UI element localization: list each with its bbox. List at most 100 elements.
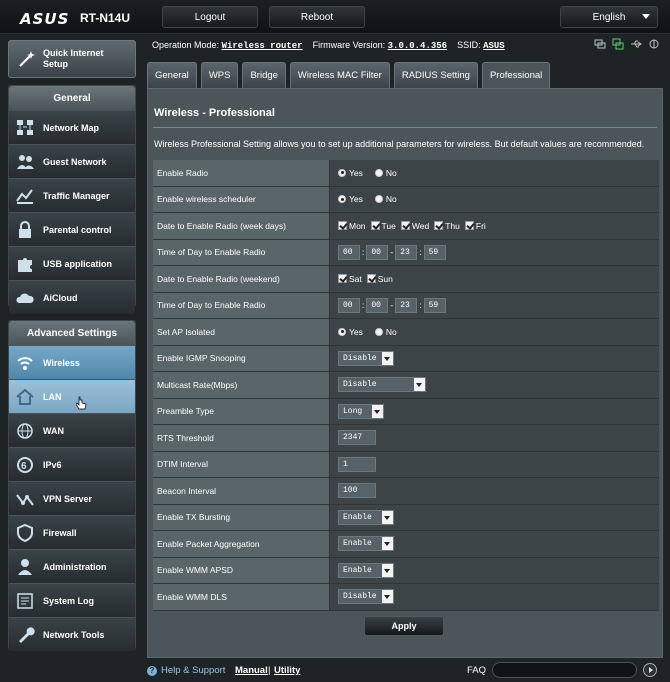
- weekend-end-hour-input[interactable]: 23: [395, 297, 418, 313]
- search-go-icon[interactable]: [643, 663, 657, 677]
- sidebar-item-label: Firewall: [43, 527, 77, 538]
- igmp-snooping-select[interactable]: Disable: [338, 350, 394, 366]
- setting-label: Beacon Interval: [153, 478, 330, 504]
- footer-separator: |: [268, 665, 271, 676]
- weekday-end-minute-input[interactable]: 59: [423, 244, 446, 260]
- op-mode-link[interactable]: Wireless router: [222, 41, 303, 51]
- scheduler-yes[interactable]: Yes: [338, 194, 363, 204]
- setting-row: Enable WMM APSD Enable: [153, 557, 659, 584]
- sidebar-item-ipv6[interactable]: 6 IPv6: [9, 447, 135, 481]
- reboot-button[interactable]: Reboot: [269, 6, 365, 28]
- ssid-label: SSID:: [457, 40, 481, 50]
- sidebar-item-firewall[interactable]: Firewall: [9, 515, 135, 549]
- language-select[interactable]: English: [560, 6, 658, 28]
- logout-button[interactable]: Logout: [162, 6, 258, 28]
- cloud-icon: [15, 288, 35, 308]
- page-description: Wireless Professional Setting allows you…: [154, 139, 645, 149]
- dtim-interval-input[interactable]: 1: [338, 456, 376, 472]
- enable-radio-yes[interactable]: Yes: [338, 168, 363, 178]
- weekday-end-hour-input[interactable]: 23: [395, 244, 418, 260]
- scheduler-no[interactable]: No: [374, 194, 397, 205]
- help-support-link[interactable]: ? Help & Support: [147, 665, 225, 676]
- weekend-start-hour-input[interactable]: 00: [338, 297, 360, 313]
- sidebar-item-label: System Log: [43, 595, 95, 606]
- sidebar-item-wan[interactable]: WAN: [9, 413, 135, 447]
- apply-button[interactable]: Apply: [364, 616, 444, 636]
- sidebar-item-label: WAN: [43, 425, 64, 436]
- model-name: RT-N14U: [80, 11, 131, 25]
- printer-icon[interactable]: [648, 38, 660, 50]
- weekday-checkbox-thu[interactable]: Thu: [434, 221, 460, 231]
- sidebar-item-guest-network[interactable]: Guest Network: [9, 144, 135, 178]
- help-icon: ?: [147, 665, 157, 676]
- weekend-start-minute-input[interactable]: 00: [366, 297, 389, 313]
- faq-search-input[interactable]: [492, 662, 637, 678]
- utility-link[interactable]: Utility: [274, 665, 300, 676]
- setting-label: Set AP Isolated: [153, 319, 330, 345]
- sidebar-item-wireless[interactable]: Wireless: [9, 345, 135, 379]
- weekend-end-minute-input[interactable]: 59: [423, 297, 446, 313]
- status-icons: [594, 38, 660, 50]
- sidebar-item-network-map[interactable]: Network Map: [9, 110, 135, 144]
- usb-icon[interactable]: [630, 38, 642, 50]
- sidebar-item-usb-application[interactable]: USB application: [9, 246, 135, 280]
- time-separator: -: [390, 247, 394, 258]
- sidebar-item-network-tools[interactable]: Network Tools: [9, 617, 135, 651]
- home-icon: [15, 387, 35, 407]
- sidebar-item-label: Parental control: [43, 224, 112, 235]
- packet-aggregation-select[interactable]: Enable: [338, 536, 394, 552]
- weekday-checkbox-mon[interactable]: Mon: [338, 221, 366, 231]
- rts-threshold-input[interactable]: 2347: [338, 430, 376, 446]
- tab-radius-setting[interactable]: RADIUS Setting: [393, 62, 478, 88]
- setting-row: Enable Packet Aggregation Enable: [153, 531, 659, 558]
- tab-wireless-mac-filter[interactable]: Wireless MAC Filter: [289, 62, 390, 88]
- setting-row: Enable wireless scheduler Yes No: [153, 186, 659, 213]
- sidebar-item-administration[interactable]: Administration: [9, 549, 135, 583]
- weekend-checkbox-sun[interactable]: Sun: [366, 274, 393, 284]
- ssid-link[interactable]: ASUS: [483, 41, 505, 51]
- quick-internet-setup-button[interactable]: Quick Internet Setup: [8, 40, 136, 78]
- wmm-apsd-select[interactable]: Enable: [338, 562, 394, 578]
- weekday-checkbox-tue[interactable]: Tue: [370, 221, 396, 231]
- sidebar-item-system-log[interactable]: System Log: [9, 583, 135, 617]
- tab-professional[interactable]: Professional: [481, 62, 551, 88]
- weekend-checkbox-sat[interactable]: Sat: [338, 274, 362, 284]
- preamble-type-select[interactable]: Long: [338, 403, 384, 419]
- network-clients-icon[interactable]: [594, 38, 606, 50]
- tab-bridge[interactable]: Bridge: [242, 62, 286, 88]
- tx-bursting-select[interactable]: Enable: [338, 509, 394, 525]
- user-icon: [15, 557, 35, 577]
- beacon-interval-input[interactable]: 100: [338, 483, 376, 499]
- chevron-down-icon: [372, 404, 383, 418]
- ap-isolated-yes[interactable]: Yes: [338, 327, 363, 337]
- enable-radio-no[interactable]: No: [374, 168, 397, 178]
- radio-label: No: [385, 194, 397, 205]
- sidebar-item-parental-control[interactable]: Parental control: [9, 212, 135, 246]
- sidebar-item-label: USB application: [43, 258, 113, 269]
- setting-row: Enable TX Bursting Enable: [153, 504, 659, 531]
- firmware-link[interactable]: 3.0.0.4.356: [388, 41, 447, 51]
- faq-label: FAQ: [467, 665, 487, 676]
- tab-general[interactable]: General: [147, 62, 197, 88]
- weekday-start-minute-input[interactable]: 00: [366, 244, 389, 260]
- manual-link[interactable]: Manual: [235, 665, 268, 676]
- sidebar-item-label: Wireless: [43, 357, 80, 368]
- weekday-start-hour-input[interactable]: 00: [338, 244, 360, 260]
- sidebar-item-traffic-manager[interactable]: Traffic Manager: [9, 178, 135, 212]
- weekday-checkbox-fri[interactable]: Fri: [464, 221, 486, 231]
- sidebar-item-label: Administration: [43, 561, 107, 572]
- wmm-dls-select[interactable]: Disable: [338, 589, 394, 605]
- ap-isolated-no[interactable]: No: [374, 327, 397, 337]
- sidebar-item-lan[interactable]: LAN: [9, 379, 135, 413]
- multicast-rate-select[interactable]: Disable: [338, 377, 426, 393]
- weekday-checkbox-wed[interactable]: Wed: [400, 221, 429, 231]
- tab-wps[interactable]: WPS: [200, 62, 239, 88]
- select-value: Enable: [343, 565, 372, 575]
- quick-setup-line1: Quick Internet: [43, 48, 104, 58]
- op-mode-label: Operation Mode:: [152, 40, 220, 50]
- sidebar-item-label: Network Tools: [43, 629, 105, 640]
- internet-status-icon[interactable]: [612, 38, 624, 50]
- sidebar-item-vpn-server[interactable]: VPN Server: [9, 481, 135, 515]
- sidebar-item-aicloud[interactable]: AiCloud: [9, 280, 135, 314]
- setting-row: Set AP Isolated Yes No: [153, 319, 659, 346]
